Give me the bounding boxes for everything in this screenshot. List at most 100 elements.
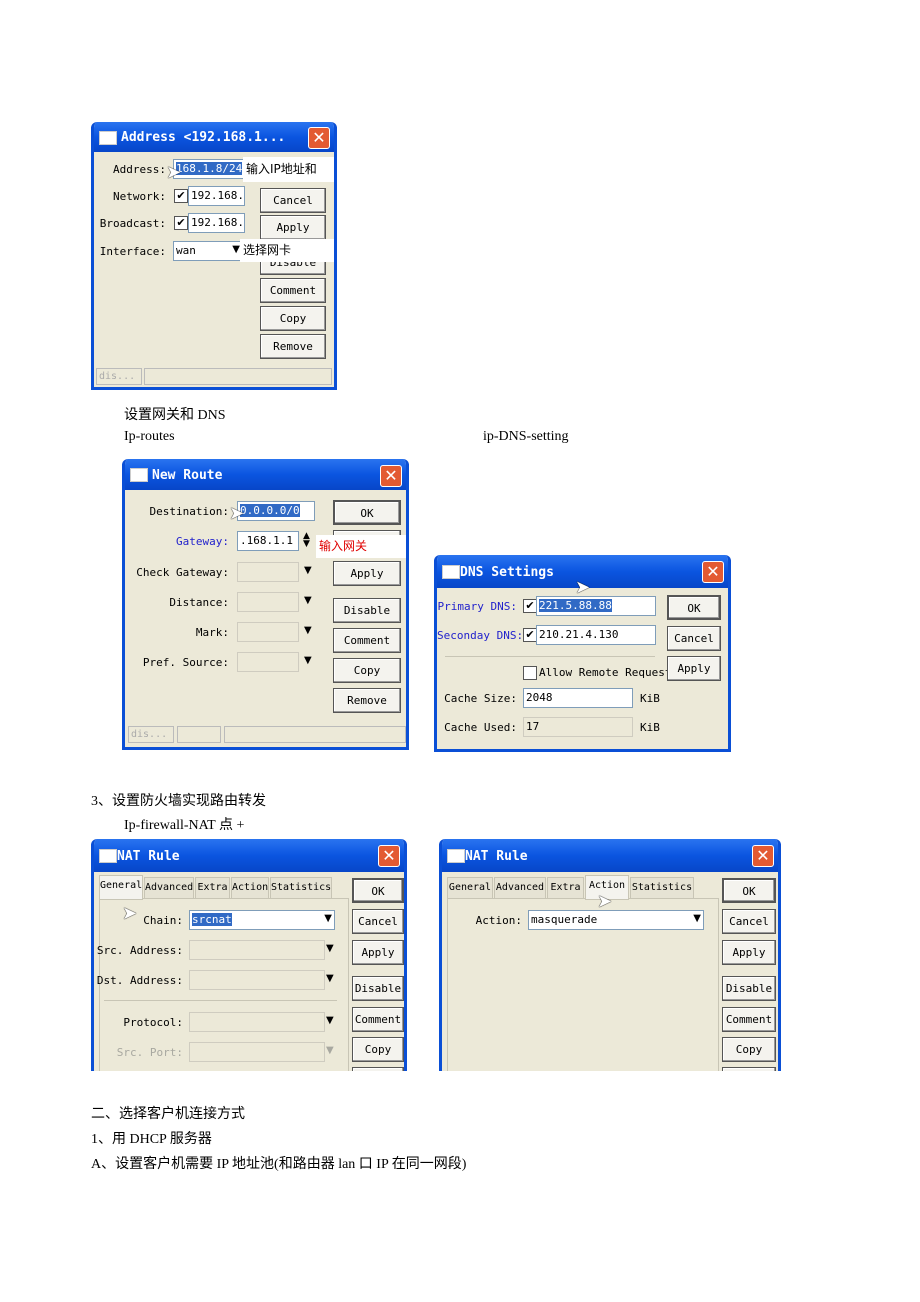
disable-button[interactable]: Disable (352, 976, 404, 1001)
apply-button[interactable]: Apply (667, 656, 721, 681)
remove-button[interactable]: Remove (333, 688, 401, 713)
tab-advanced[interactable]: Advanced (494, 877, 546, 899)
cache-used-value: 17 (523, 717, 633, 737)
copy-button[interactable]: Copy (333, 658, 401, 683)
comment-button[interactable]: Comment (260, 278, 326, 303)
broadcast-checkbox[interactable]: ✔ (174, 216, 188, 230)
chevron-down-icon[interactable]: ▼ (304, 655, 312, 666)
check-gateway-input[interactable] (237, 562, 299, 582)
src-port-label: Src. Port: (116, 1046, 183, 1059)
comment-button[interactable]: Comment (333, 628, 401, 653)
cancel-button[interactable]: Cancel (667, 626, 721, 651)
destination-input[interactable]: 0.0.0.0/0 (237, 501, 315, 521)
cancel-button[interactable]: Cancel (352, 909, 404, 934)
cancel-button[interactable]: Cancel (722, 909, 776, 934)
network-input[interactable]: 192.168. (188, 186, 245, 206)
copy-button[interactable]: Copy (722, 1037, 776, 1062)
ok-button[interactable]: OK (667, 595, 721, 620)
divider (445, 656, 655, 657)
distance-input[interactable] (237, 592, 299, 612)
interface-select[interactable]: wan ▼ (173, 241, 243, 261)
chevron-down-icon[interactable]: ▼ (326, 973, 334, 984)
divider (104, 1000, 337, 1001)
chevron-down-icon[interactable]: ▼ (326, 943, 334, 954)
secondary-dns-input[interactable]: 210.21.4.130 (536, 625, 656, 645)
remove-button[interactable]: Remove (260, 334, 326, 359)
primary-dns-checkbox[interactable]: ✔ (523, 599, 537, 613)
close-icon[interactable]: ✕ (702, 561, 724, 583)
status-bar (177, 726, 221, 743)
cache-used-label: Cache Used: (444, 721, 517, 734)
network-checkbox[interactable]: ✔ (174, 189, 188, 203)
tab-extra[interactable]: Extra (547, 877, 584, 899)
cancel-button[interactable]: Cancel (260, 188, 326, 213)
disable-button[interactable]: Disable (722, 976, 776, 1001)
remove-button[interactable] (722, 1067, 776, 1071)
network-label: Network: (113, 190, 166, 203)
cache-size-input[interactable]: 2048 (523, 688, 633, 708)
close-icon[interactable]: ✕ (308, 127, 330, 149)
chevron-down-icon[interactable]: ▼ (326, 1015, 334, 1026)
pref-source-input[interactable] (237, 652, 299, 672)
primary-dns-input[interactable]: 221.5.88.88 (536, 596, 656, 616)
chevron-down-icon[interactable]: ▼ (304, 625, 312, 636)
secondary-dns-checkbox[interactable]: ✔ (523, 628, 537, 642)
apply-button[interactable]: Apply (352, 940, 404, 965)
protocol-input[interactable] (189, 1012, 325, 1032)
ok-button[interactable]: OK (333, 500, 401, 525)
apply-button[interactable]: Apply (722, 940, 776, 965)
check-gateway-label: Check Gateway: (136, 566, 229, 579)
close-icon[interactable]: ✕ (378, 845, 400, 867)
title-bar: NAT Rule ✕ (442, 839, 778, 872)
chain-select[interactable]: srcnat ▼ (189, 910, 335, 930)
tab-statistics[interactable]: Statistics (630, 877, 694, 899)
tab-general[interactable]: General (99, 875, 143, 900)
chevron-down-icon[interactable]: ▼ (304, 595, 312, 606)
status-bar (224, 726, 406, 743)
mark-input[interactable] (237, 622, 299, 642)
ok-button[interactable]: OK (352, 878, 404, 903)
window-icon (442, 565, 460, 579)
action-label: Action: (475, 914, 522, 927)
allow-remote-checkbox[interactable] (523, 666, 537, 680)
ok-button[interactable]: OK (722, 878, 776, 903)
comment-button[interactable]: Comment (352, 1007, 404, 1032)
tab-general[interactable]: General (447, 877, 493, 899)
tab-statistics[interactable]: Statistics (270, 877, 332, 899)
status-disabled: dis... (96, 368, 142, 385)
comment-button[interactable]: Comment (722, 1007, 776, 1032)
address-input[interactable]: 168.1.8/24 (173, 159, 245, 179)
annotation-interface: 选择网卡 (240, 239, 334, 262)
src-address-input[interactable] (189, 940, 325, 960)
action-select[interactable]: masquerade ▼ (528, 910, 704, 930)
dialog-title: NAT Rule (465, 849, 528, 864)
apply-button[interactable]: Apply (260, 215, 326, 240)
remove-button[interactable] (352, 1067, 404, 1071)
disable-button[interactable]: Disable (333, 598, 401, 623)
gateway-input[interactable]: .168.1.1 (237, 531, 299, 551)
tab-extra[interactable]: Extra (195, 877, 230, 899)
cursor-icon: ➤ (229, 503, 245, 524)
spinner-icon[interactable]: ▲ ▼ (303, 532, 310, 549)
copy-button[interactable]: Copy (352, 1037, 404, 1062)
tab-action[interactable]: Action (231, 877, 269, 899)
chevron-down-icon[interactable]: ▼ (304, 565, 312, 576)
dialog-title: New Route (152, 468, 223, 483)
section3-heading: 3、设置防火墙实现路由转发 (91, 794, 266, 809)
cache-size-label: Cache Size: (444, 692, 517, 705)
status-bar (144, 368, 332, 385)
new-route-dialog: New Route ✕ Destination: 0.0.0.0/0 Gatew… (122, 459, 409, 750)
tab-advanced[interactable]: Advanced (144, 877, 194, 899)
nat-rule-general-dialog: NAT Rule ✕ General Advanced Extra Action… (91, 839, 407, 1071)
apply-button[interactable]: Apply (333, 561, 401, 586)
chevron-down-icon: ▼ (326, 1045, 334, 1056)
close-icon[interactable]: ✕ (752, 845, 774, 867)
dst-address-input[interactable] (189, 970, 325, 990)
broadcast-input[interactable]: 192.168. (188, 213, 245, 233)
title-bar: New Route ✕ (125, 459, 406, 490)
copy-button[interactable]: Copy (260, 306, 326, 331)
ip-routes-text: Ip-routes (124, 429, 175, 444)
title-bar: NAT Rule ✕ (94, 839, 404, 872)
address-value: 168.1.8/24 (176, 162, 243, 175)
close-icon[interactable]: ✕ (380, 465, 402, 487)
